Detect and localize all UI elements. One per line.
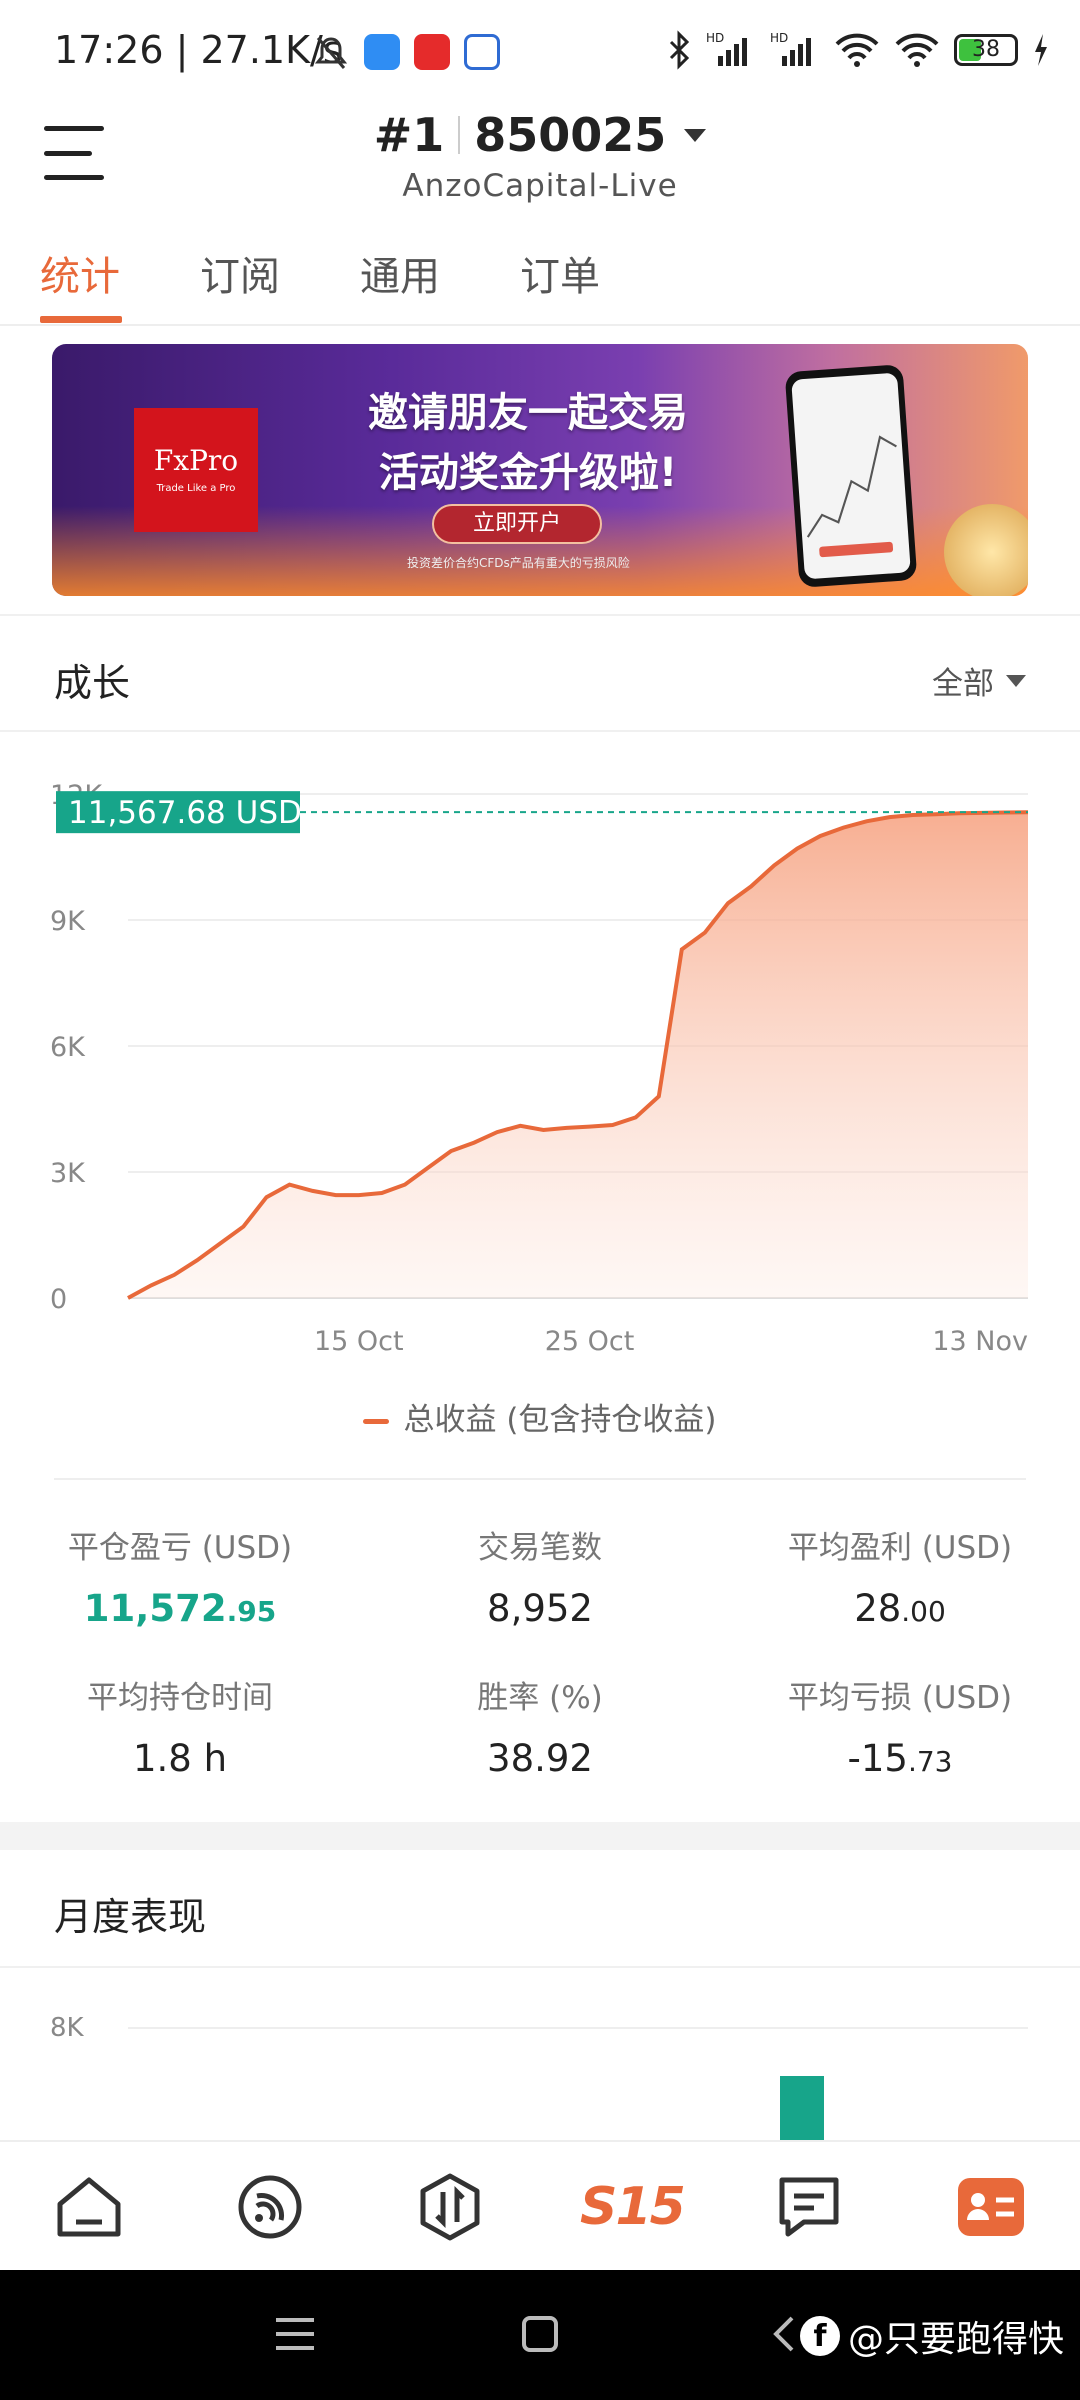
server-name: AnzoCapital-Live [402, 168, 678, 204]
growth-area [128, 812, 1028, 1298]
legend-label: 总收益 (包含持仓收益) [403, 1402, 717, 1438]
tab-bar: 统计 订阅 通用 订单 [0, 230, 1080, 326]
phone-illustration [784, 364, 918, 588]
range-dropdown[interactable]: 全部 [932, 658, 1026, 703]
svg-text:HD: HD [706, 31, 724, 45]
tab-active-indicator [40, 316, 122, 323]
monthly-y-tick: 8K [50, 2013, 85, 2043]
monthly-header: 月度表现 [0, 1850, 1080, 1968]
y-tick-label: 9K [50, 906, 86, 937]
nav-s15[interactable]: S15 [580, 2172, 686, 2242]
tab-subscribe[interactable]: 订阅 [200, 244, 280, 302]
stat-avg-profit: 平均盈利 (USD) 28.00 [787, 1530, 1013, 1630]
nav-home[interactable] [54, 2172, 124, 2242]
stat-trade-count: 交易笔数 8,952 [478, 1530, 602, 1630]
x-tick-label: 15 Oct [314, 1326, 404, 1357]
status-bar: 17:26 | 27.1K/s HD HD 38 [0, 0, 1080, 108]
wifi-2-icon [895, 33, 939, 67]
banner-headline-2: 活动奖金升级啦! [378, 450, 678, 496]
bell-muted-icon [314, 37, 348, 69]
fxpro-logo: FxPro Trade Like a Pro [134, 408, 258, 532]
open-account-button[interactable]: 立即开户 [432, 504, 602, 544]
nav-profile[interactable] [956, 2172, 1026, 2242]
app-header: #1 850025 AnzoCapital-Live [0, 108, 1080, 208]
stat-win-rate: 胜率 (%) 38.92 [477, 1680, 603, 1780]
facebook-icon: f [800, 2316, 840, 2356]
current-value-label: 11,567.68 USD [56, 791, 302, 834]
account-number: 850025 [474, 108, 667, 162]
app-paw-icon [464, 34, 500, 70]
home-icon [57, 2177, 121, 2237]
cloud-app-icon [364, 34, 400, 70]
system-nav-bar: f @只要跑得快 [0, 2270, 1080, 2400]
nav-messages[interactable] [774, 2172, 844, 2242]
x-tick-label: 25 Oct [545, 1326, 635, 1357]
status-time: 17:26 | 27.1K/s [54, 28, 343, 72]
status-notif-icons [312, 34, 500, 72]
banner-disclaimer: 投资差价合约CFDs产品有重大的亏损风险 [407, 556, 630, 570]
y-tick-label: 3K [50, 1158, 86, 1189]
cell-signal-2-icon: HD [770, 31, 811, 66]
wifi-1-icon [835, 33, 879, 67]
cell-signal-1-icon: HD [706, 31, 747, 66]
watermark: f @只要跑得快 [800, 2310, 1064, 2362]
menu-button[interactable] [44, 126, 104, 180]
signal-icon [238, 2175, 302, 2239]
app-red-icon [414, 34, 450, 70]
chevron-down-icon [684, 128, 707, 142]
s15-logo: S15 [580, 2177, 686, 2237]
range-value: 全部 [932, 666, 994, 702]
home-square-icon[interactable] [520, 2314, 560, 2354]
battery-icon: 38 [954, 34, 1018, 66]
nav-trade[interactable] [415, 2172, 485, 2242]
growth-chart: 03K6K9K12K 11,567.68 USD 15 Oct25 Oct13 … [50, 780, 1029, 1357]
chart-legend: 总收益 (包含持仓收益) [0, 1394, 1080, 1439]
divider [54, 1478, 1026, 1480]
svg-text:11,567.68 USD: 11,567.68 USD [68, 795, 302, 831]
status-right-icons: HD HD 38 [666, 30, 1050, 70]
svg-text:HD: HD [770, 31, 788, 45]
monthly-chart: 8K [50, 2013, 1028, 2142]
growth-header: 成长 全部 [0, 614, 1080, 732]
legend-swatch [363, 1419, 390, 1424]
title-separator [458, 116, 461, 154]
nav-signals[interactable] [235, 2172, 305, 2242]
trade-icon [420, 2173, 480, 2241]
section-gap [0, 1822, 1080, 1850]
y-tick-label: 0 [50, 1284, 67, 1315]
chevron-down-icon [1006, 674, 1026, 687]
promo-banner[interactable]: FxPro Trade Like a Pro 邀请朋友一起交易 活动奖金升级啦!… [52, 344, 1028, 596]
stat-closed-pnl: 平仓盈亏 (USD) 11,572.95 [67, 1530, 293, 1630]
back-icon[interactable] [770, 2314, 800, 2354]
menu-icon [44, 126, 104, 131]
bottom-nav: S15 [0, 2140, 1080, 2270]
charging-icon [1035, 34, 1047, 66]
bluetooth-icon [669, 30, 690, 70]
monthly-bar [780, 2076, 824, 2142]
growth-title: 成长 [54, 661, 131, 705]
tab-general[interactable]: 通用 [360, 244, 440, 302]
banner-headline-1: 邀请朋友一起交易 [368, 390, 688, 436]
recent-apps-icon[interactable] [272, 2314, 318, 2354]
profile-card-icon [958, 2178, 1024, 2236]
y-tick-label: 6K [50, 1032, 86, 1063]
tab-statistics[interactable]: 统计 [40, 244, 120, 302]
monthly-title: 月度表现 [54, 1895, 207, 1939]
account-selector[interactable]: #1 850025 AnzoCapital-Live [0, 108, 1080, 204]
tab-orders[interactable]: 订单 [520, 244, 600, 302]
x-tick-label: 13 Nov [932, 1326, 1028, 1357]
stat-avg-loss: 平均亏损 (USD) -15.73 [787, 1680, 1013, 1780]
account-index: #1 [373, 108, 445, 162]
stat-avg-hold-time: 平均持仓时间 1.8 h [87, 1680, 273, 1780]
coin-illustration [944, 504, 1028, 596]
chat-icon [779, 2177, 839, 2237]
